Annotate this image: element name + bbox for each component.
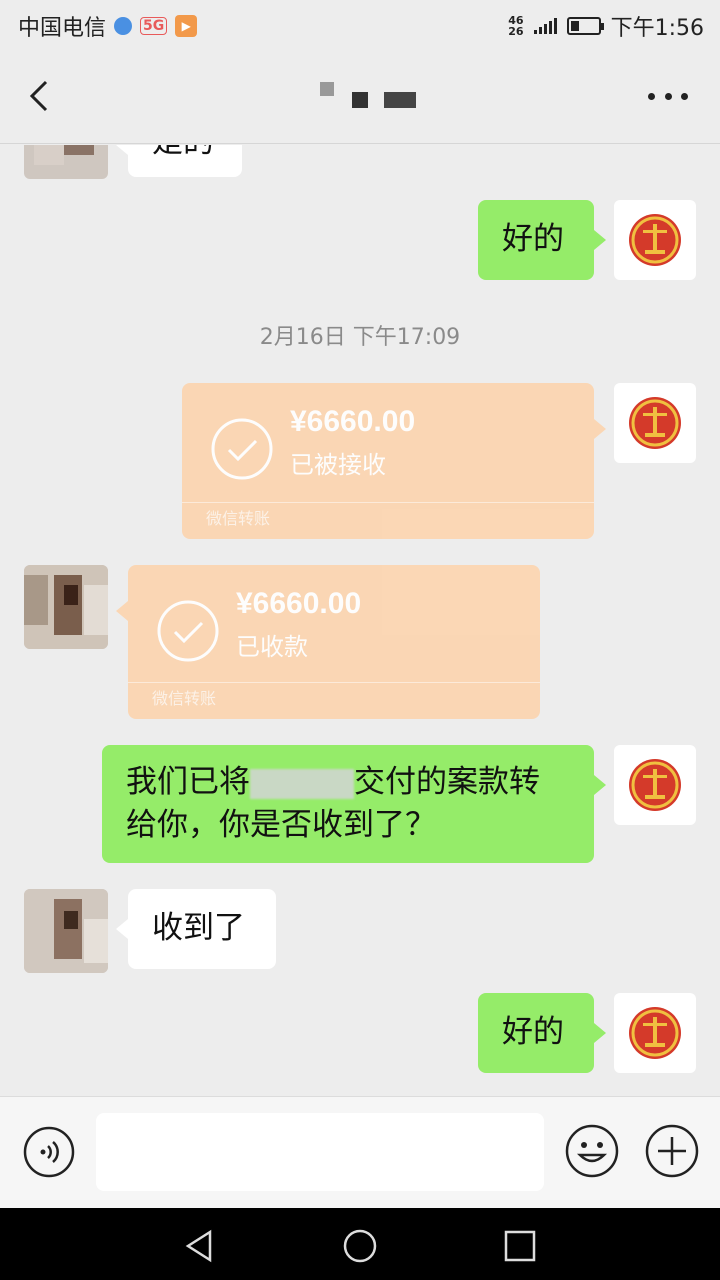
redacted-title-icon [320,82,416,108]
contact-avatar[interactable] [24,565,108,649]
transfer-amount: ¥6660.00 [236,587,362,620]
transfer-card-sent[interactable]: ¥6660.00 已被接收 微信转账 [182,383,606,539]
message-text: 收到了 [152,910,245,946]
court-emblem-icon [629,397,681,449]
transfer-amount: ¥6660.00 [290,405,416,438]
court-emblem-icon [629,1007,681,1059]
transfer-status: 已收款 [236,633,308,661]
message-text-part1: 我们已将 [126,764,250,800]
transfer-status: 已被接收 [290,451,386,479]
status-bar: 中国电信 5G ▶ 46 26 下午1:56 [0,0,720,52]
clock: 下午1:56 [610,16,704,41]
my-avatar[interactable] [614,993,696,1073]
chat-area[interactable]: 是的 好的 2月16日 下午17:09 ¥6660.00 已被接收 微信转账 [0,145,720,1095]
message-timestamp: 2月16日 下午17:09 [259,325,461,350]
my-avatar[interactable] [614,383,696,463]
system-nav-bar [0,1208,720,1280]
contact-avatar[interactable] [24,145,108,179]
message-input[interactable] [96,1113,544,1191]
transfer-divider [182,502,594,503]
signal-bars [533,18,557,34]
message-bubble-received[interactable]: 是的 [116,145,242,177]
nav-recent-icon[interactable] [500,1226,540,1266]
message-text-part2: 交付的案款转 [354,764,540,800]
plus-icon[interactable] [644,1123,700,1179]
redacted-text [250,768,354,799]
chevron-left-icon[interactable] [22,76,62,116]
input-bar [0,1096,720,1208]
message-text-line2: 给你，你是否收到了？ [126,807,436,843]
transfer-footer: 微信转账 [152,689,217,708]
message-bubble-sent[interactable]: 我们已将 交付的案款转 给你，你是否收到了？ [102,745,606,863]
status-left: 中国电信 5G ▶ [18,10,198,42]
nav-back-icon[interactable] [180,1226,220,1266]
more-dots-icon[interactable] [648,78,688,114]
transfer-divider [128,682,540,683]
nav-home-icon[interactable] [340,1226,380,1266]
transfer-footer: 微信转账 [206,509,271,528]
my-avatar[interactable] [614,200,696,280]
emoji-icon[interactable] [564,1123,620,1179]
battery-icon [566,17,604,35]
transfer-card-received[interactable]: ¥6660.00 已收款 微信转账 [116,565,540,719]
contact-avatar[interactable] [24,889,108,973]
signal-icon: 46 26 [508,15,523,37]
check-circle-icon [211,418,273,480]
carrier-label: 中国电信 [18,16,107,41]
message-text: 好的 [502,221,564,257]
network-badge: 5G [140,17,168,35]
hd-icon [114,17,133,35]
message-bubble-sent[interactable]: 好的 [478,200,606,280]
status-right: 46 26 下午1:56 [508,10,704,42]
chat-header [0,52,720,144]
signal-text-bottom: 26 [508,25,524,38]
message-text: 好的 [502,1014,564,1050]
message-bubble-sent[interactable]: 好的 [478,993,606,1073]
chat-title [320,78,420,114]
message-bubble-received[interactable]: 收到了 [116,889,276,969]
video-app-icon: ▶ [175,15,198,37]
voice-icon[interactable] [22,1125,76,1179]
message-text: 是的 [152,145,214,160]
court-emblem-icon [629,759,681,811]
my-avatar[interactable] [614,745,696,825]
check-circle-icon [157,600,219,662]
court-emblem-icon [629,214,681,266]
